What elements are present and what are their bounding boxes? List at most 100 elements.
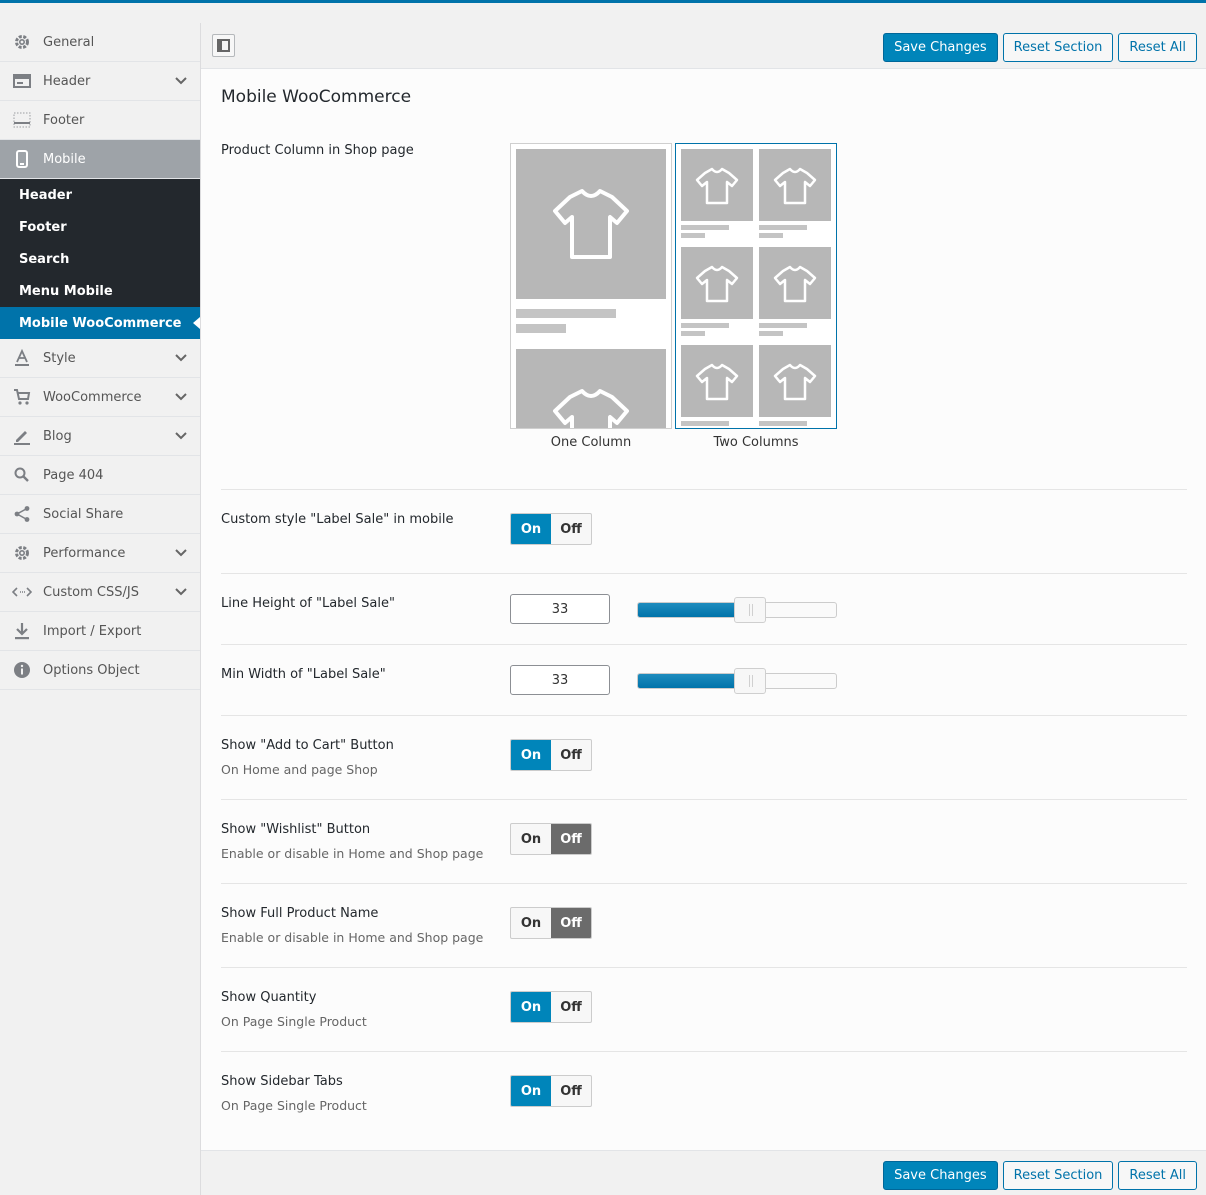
title-placeholder (759, 323, 807, 328)
one-column-caption: One Column (550, 435, 632, 450)
sidebar-item-page-404[interactable]: Page 404 (0, 456, 200, 495)
product-image-placeholder (759, 247, 831, 319)
price-placeholder (759, 331, 783, 336)
code-icon (12, 582, 32, 602)
sidebar-item-social-share[interactable]: Social Share (0, 495, 200, 534)
price-placeholder (759, 233, 783, 238)
option-title: Show "Wishlist" Button (221, 822, 371, 837)
reset-section-button[interactable]: Reset Section (1002, 33, 1114, 62)
show-quantity-row: Show Quantity On Page Single Product On … (221, 968, 1187, 1052)
option-description: Enable or disable in Home and Shop page (221, 846, 484, 861)
toggle-off[interactable]: Off (551, 992, 591, 1022)
full-product-name-toggle[interactable]: On Off (510, 907, 592, 939)
full-product-name-row: Show Full Product Name Enable or disable… (221, 884, 1187, 968)
sidebar-tabs-toggle[interactable]: On Off (510, 1075, 592, 1107)
min-width-input[interactable] (510, 665, 610, 695)
chevron-down-icon[interactable] (174, 429, 188, 443)
options-panel: Save Changes Reset Section Reset All Mob… (201, 23, 1206, 1195)
tshirt-icon (553, 189, 629, 259)
sidebar-item-label: Footer (43, 112, 85, 128)
sidebar-item-performance[interactable]: Performance (0, 534, 200, 573)
save-changes-button[interactable]: Save Changes (883, 1161, 998, 1190)
reset-all-button[interactable]: Reset All (1118, 33, 1197, 62)
chevron-down-icon[interactable] (174, 585, 188, 599)
share-icon (12, 504, 32, 524)
gear-icon (12, 543, 32, 563)
sidebar-item-label: Performance (43, 545, 126, 561)
toggle-off[interactable]: Off (551, 1076, 591, 1106)
label-sale-style-toggle[interactable]: On Off (510, 513, 592, 545)
option-description: On Page Single Product (221, 1014, 367, 1029)
sidebar-item-footer[interactable]: Footer (0, 101, 200, 140)
line-height-input[interactable] (510, 594, 610, 624)
sidebar-item-woocommerce[interactable]: WooCommerce (0, 378, 200, 417)
product-image-placeholder (759, 149, 831, 221)
toggle-off[interactable]: Off (551, 908, 591, 938)
submenu-item-header[interactable]: Header (0, 179, 200, 211)
expand-icon (217, 39, 230, 52)
toggle-on[interactable]: On (511, 908, 551, 938)
save-changes-button[interactable]: Save Changes (883, 33, 998, 62)
slider-fill (638, 603, 737, 617)
sidebar-item-label: WooCommerce (43, 389, 142, 405)
expand-options-button[interactable] (212, 34, 235, 57)
product-image-placeholder (516, 349, 666, 428)
header-icon (12, 71, 32, 91)
label-sale-style-row: Custom style "Label Sale" in mobile On O… (221, 490, 1187, 574)
text-style-icon (12, 348, 32, 368)
title-placeholder (516, 309, 616, 318)
submenu-item-search[interactable]: Search (0, 243, 200, 275)
price-placeholder (681, 331, 705, 336)
min-width-slider-handle[interactable] (734, 668, 766, 694)
option-title: Min Width of "Label Sale" (221, 667, 386, 682)
sidebar-item-import-export[interactable]: Import / Export (0, 612, 200, 651)
page-title: Mobile WooCommerce (221, 87, 412, 107)
sidebar-item-header[interactable]: Header (0, 62, 200, 101)
sidebar-item-label: General (43, 34, 95, 50)
option-description: On Home and page Shop (221, 762, 378, 777)
add-to-cart-toggle[interactable]: On Off (510, 739, 592, 771)
toggle-off[interactable]: Off (551, 514, 591, 544)
chevron-down-icon[interactable] (174, 74, 188, 88)
sidebar-item-label: Header (43, 73, 91, 89)
toggle-on[interactable]: On (511, 824, 551, 854)
sidebar-item-mobile[interactable]: Mobile (0, 140, 200, 179)
sidebar-item-custom-css-js[interactable]: Custom CSS/JS (0, 573, 200, 612)
sidebar-item-options-object[interactable]: Options Object (0, 651, 200, 690)
line-height-slider-handle[interactable] (734, 597, 766, 623)
sidebar-item-label: Social Share (43, 506, 124, 522)
sidebar-item-blog[interactable]: Blog (0, 417, 200, 456)
toggle-on[interactable]: On (511, 1076, 551, 1106)
two-columns-option[interactable] (675, 143, 837, 429)
wishlist-toggle[interactable]: On Off (510, 823, 592, 855)
toggle-on[interactable]: On (511, 740, 551, 770)
one-column-option[interactable] (510, 143, 672, 429)
sidebar-item-style[interactable]: Style (0, 339, 200, 378)
sidebar-item-general[interactable]: General (0, 23, 200, 62)
top-toolbar: Save Changes Reset Section Reset All (201, 23, 1206, 69)
download-icon (12, 621, 32, 641)
chevron-down-icon[interactable] (174, 546, 188, 560)
show-quantity-toggle[interactable]: On Off (510, 991, 592, 1023)
submenu-item-menu-mobile[interactable]: Menu Mobile (0, 275, 200, 307)
submenu-item-footer[interactable]: Footer (0, 211, 200, 243)
toggle-on[interactable]: On (511, 514, 551, 544)
tshirt-icon (695, 167, 739, 205)
reset-all-button[interactable]: Reset All (1118, 1161, 1197, 1190)
price-placeholder (681, 233, 705, 238)
submenu-item-mobile-woocommerce[interactable]: Mobile WooCommerce (0, 307, 200, 339)
option-title: Show Sidebar Tabs (221, 1074, 343, 1089)
add-to-cart-row: Show "Add to Cart" Button On Home and pa… (221, 716, 1187, 800)
option-title: Custom style "Label Sale" in mobile (221, 512, 454, 527)
toggle-off[interactable]: Off (551, 824, 591, 854)
bottom-toolbar: Save Changes Reset Section Reset All (201, 1150, 1206, 1195)
toggle-on[interactable]: On (511, 992, 551, 1022)
product-image-placeholder (681, 247, 753, 319)
reset-section-button[interactable]: Reset Section (1002, 1161, 1114, 1190)
toggle-off[interactable]: Off (551, 740, 591, 770)
chevron-down-icon[interactable] (174, 351, 188, 365)
top-spacer (0, 3, 1206, 23)
sidebar-tabs-row: Show Sidebar Tabs On Page Single Product… (221, 1052, 1187, 1136)
title-placeholder (759, 225, 807, 230)
chevron-down-icon[interactable] (174, 390, 188, 404)
